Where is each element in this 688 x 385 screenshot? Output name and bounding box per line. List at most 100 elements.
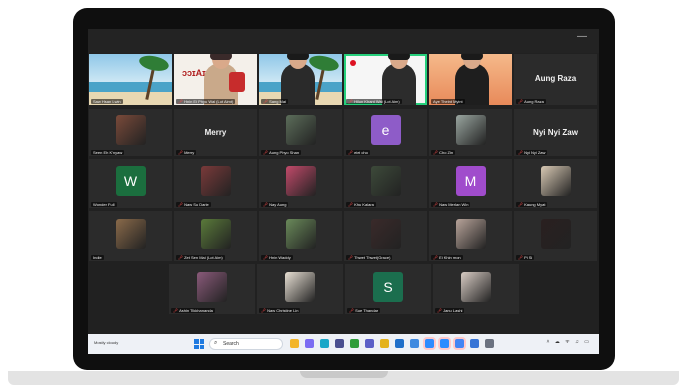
participant-display-name: Merry [204,127,227,137]
participant-name-label: 🎤︎Naw Su Darle [176,202,211,207]
laptop-notch [300,371,388,378]
participant-tile[interactable]: Indie [89,211,172,261]
mic-muted-icon: 🎤︎ [178,150,184,155]
mic-muted-icon: 🎤︎ [263,255,269,260]
participant-tile[interactable]: 🎤︎Sang Mai [259,54,342,105]
participant-tile[interactable]: Nyi Nyi Zaw 🎤︎Nyi Nyi Zaw [514,109,597,156]
participant-tile[interactable]: 🎤︎Ei Khin mon [429,211,512,261]
app-icon[interactable] [335,339,344,348]
windows-taskbar: Mostly cloudy ⌕ Search ˄ ☁ ᯤ ♫ ▭ [88,334,599,354]
participant-avatar [455,218,486,249]
teams-icon[interactable] [365,339,374,348]
outlook-icon[interactable] [395,339,404,348]
zoom-meeting-icon[interactable] [440,339,449,348]
participant-name-label: 🎤︎Sue Thandar [347,308,381,313]
participant-tile[interactable]: W Wonder Full [89,159,172,208]
mic-muted-icon: 🎤︎ [178,202,184,207]
system-tray[interactable]: ˄ ☁ ᯤ ♫ ▭ [546,339,591,345]
edge-icon[interactable] [320,339,329,348]
participant-name-label: 🎤︎Merry [176,150,197,155]
participant-name-label: 🎤︎Ei Khin mon [431,255,463,260]
participant-tile[interactable]: 🎤︎Khu Kalara [344,159,427,208]
participant-tile[interactable]: Aung Raza 🎤︎Aung Raza [514,54,597,105]
participant-name-label: 🎤︎Nay Aung [261,202,289,207]
file-explorer-icon[interactable] [290,339,299,348]
participant-name-label: 🎤︎Janu Lashi [435,308,465,313]
participant-avatar [200,166,231,197]
mic-muted-icon: 🎤︎ [263,202,269,207]
participant-tile[interactable]: 🎤︎Aung Phyo Shan [259,109,342,156]
participant-avatar [197,271,227,302]
participant-tile[interactable]: 🎤︎Naw Christine Lin [257,264,343,314]
mic-muted-icon: 🎤︎ [349,308,355,313]
participant-name-label: Wonder Full [91,202,117,207]
participant-name-label: 🎤︎Aung Phyo Shan [261,150,302,155]
participant-avatar [115,218,146,249]
participant-name-label: 🎤︎Naw Christine Lin [259,308,301,313]
participant-tile[interactable]: 🎤︎Zet Sen Mai (Lot Aim) [174,211,257,261]
participant-tile[interactable]: 🎤︎Hnin Waddy [259,211,342,261]
participant-display-name: Aung Raza [534,74,577,84]
participant-name-label: 🎤︎eiei cho [346,150,370,155]
mic-muted-icon: 🎤︎ [178,255,184,260]
participant-tile[interactable]: e 🎤︎eiei cho [344,109,427,156]
weather-widget[interactable]: Mostly cloudy [94,340,118,345]
mic-muted-icon: 🎤︎ [518,255,524,260]
mic-muted-icon: 🎤︎ [263,99,269,104]
chrome-icon[interactable] [380,339,389,348]
participant-name-label: 🎤︎Hnin Ei Phyu Wai (Lot Aimt) [176,99,236,104]
participant-avatar [540,218,571,249]
mic-muted-icon: 🎤︎ [433,150,439,155]
participant-tile[interactable]: 🎤︎Pi Si [514,211,597,261]
participant-avatar [285,271,315,302]
participant-avatar [461,271,491,302]
participant-avatar [285,115,316,146]
xbox-icon[interactable] [350,339,359,348]
participant-avatar [200,218,231,249]
mic-muted-icon: 🎤︎ [263,150,269,155]
participant-tile[interactable]: 🎤︎Cho Zin [429,109,512,156]
participant-tile[interactable]: Aye Theint Myint [429,54,512,105]
participant-display-name: Nyi Nyi Zaw [533,127,578,137]
participant-name-label: Seen Eh K'nyaw [91,150,125,155]
zoom-icon[interactable] [425,339,434,348]
participant-name-label: 🎤︎Cho Zin [431,150,456,155]
participant-name-label: 🎤︎Aung Raza [516,99,546,104]
mic-muted-icon: 🎤︎ [348,202,354,207]
participant-tile[interactable]: M 🎤︎Naw Merlan Win [429,159,512,208]
mic-muted-icon: 🎤︎ [518,202,524,207]
participant-tile[interactable]: 🎤︎Ashin Tikkhananda [169,264,255,314]
participant-tile[interactable]: Merry 🎤︎Merry [174,109,257,156]
participant-name-label: 🎤︎Kaung Myat [516,202,548,207]
participant-tile[interactable]: Seen Eh K'nyaw [89,109,172,156]
participant-tile[interactable]: 🎤︎Nay Aung [259,159,342,208]
participant-avatar [540,166,571,197]
mic-muted-icon: 🎤︎ [348,99,354,104]
chrome-profile-icon[interactable] [455,339,464,348]
participant-name-label: 🎤︎Nyi Nyi Zaw [516,150,548,155]
taskbar-search-input[interactable]: ⌕ Search [209,338,283,350]
copilot-icon[interactable] [305,339,314,348]
settings-icon[interactable] [485,339,494,348]
participant-name-label: 🎤︎Khu Kalara [346,202,376,207]
photos-icon[interactable] [410,339,419,348]
participant-avatar: S [373,271,403,302]
participant-tile[interactable]: ɔɔɪAɪɪ 🎤︎Hnin Ei Phyu Wai (Lot Aimt) [174,54,257,105]
participant-tile[interactable]: 🎤︎Naw Su Darle [174,159,257,208]
mic-muted-icon: 🎤︎ [261,308,267,313]
participant-name-label: 🎤︎Ashin Tikkhananda [171,308,215,313]
participant-tile[interactable]: 🎤︎Kaung Myat [514,159,597,208]
store-icon[interactable] [470,339,479,348]
participant-tile[interactable]: 🎤︎Thwet Thwet(Grace) [344,211,427,261]
mic-muted-icon: 🎤︎ [178,99,184,104]
participant-tile[interactable]: S 🎤︎Sue Thandar [345,264,431,314]
participant-avatar [115,115,146,146]
mic-muted-icon: 🎤︎ [433,202,439,207]
participant-gallery: Saw Hsan Lwin ɔɔɪAɪɪ 🎤︎Hnin Ei Phyu Wai (L… [88,29,599,334]
windows-start-icon[interactable] [194,339,204,349]
participant-tile[interactable]: 🎤︎Hilun Khant Wai (Lot Aim) [344,54,427,105]
participant-tile[interactable]: Saw Hsan Lwin [89,54,172,105]
participant-name-label: 🎤︎Naw Merlan Win [431,202,471,207]
participant-tile[interactable]: 🎤︎Janu Lashi [433,264,519,314]
participant-avatar [370,166,401,197]
